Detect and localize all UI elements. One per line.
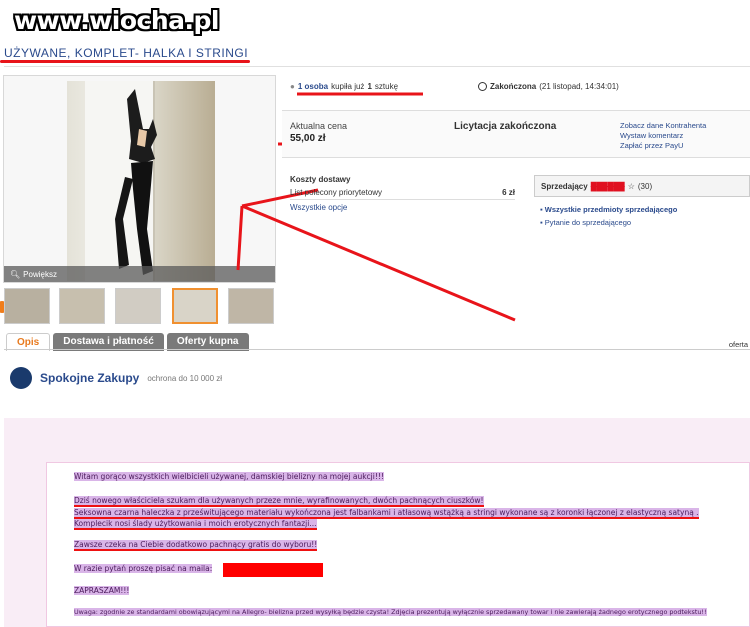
end-date: (21 listopad, 14:34:01) <box>539 82 619 91</box>
price-value: 55,00 zł <box>290 133 326 144</box>
shipping-costs: Koszty dostawy List polecony priorytetow… <box>290 175 515 212</box>
umbrella-icon <box>10 367 32 389</box>
safe-buy[interactable]: Spokojne Zakupy ochrona do 10 000 zł <box>10 367 222 389</box>
shipping-cost: 6 zł <box>502 188 515 197</box>
thumbnail[interactable] <box>59 288 105 324</box>
seller-label: Sprzedający <box>541 181 588 191</box>
safe-buy-title: Spokojne Zakupy <box>40 371 140 385</box>
email-redaction <box>223 563 323 577</box>
thumbnail[interactable] <box>4 288 50 324</box>
seller-rating[interactable]: (30) <box>638 182 652 191</box>
seller-name-redacted[interactable]: ██████ <box>591 182 625 191</box>
leave-comment-link[interactable]: Wystaw komentarz <box>620 131 706 141</box>
quantity: 1 <box>367 82 372 91</box>
buyers-info: ● 1 osoba kupiła już 1 sztukę <box>290 82 398 91</box>
auction-status: Licytacja zakończona <box>454 121 557 132</box>
description-line: Dziś nowego właściciela szukam dla używa… <box>74 496 484 507</box>
shipping-row: List polecony priorytetowy 6 zł <box>290 188 515 200</box>
unit: sztukę <box>374 82 399 91</box>
thumbnail[interactable] <box>228 288 274 324</box>
description-line: Komplecik nosi ślady użytkowania i moich… <box>74 519 317 530</box>
contractor-links: Zobacz dane Kontrahenta Wystaw komentarz… <box>620 121 706 151</box>
seller-links: ▪ Wszystkie przedmioty sprzedającego ▪ P… <box>540 205 678 227</box>
bought-text: kupiła już <box>331 82 365 91</box>
seller-items-link[interactable]: Wszystkie przedmioty sprzedającego <box>545 205 678 214</box>
thumbnail[interactable] <box>115 288 161 324</box>
safe-buy-subtitle: ochrona do 10 000 zł <box>147 373 223 383</box>
auction-end: Zakończona (21 listopad, 14:34:01) <box>478 82 619 91</box>
description-line: Zawsze czeka na Ciebie dodatkowo pachnąc… <box>74 540 318 551</box>
clock-icon <box>478 82 487 91</box>
pay-link[interactable]: Zapłać przez PayU <box>620 141 706 151</box>
buyers-link[interactable]: 1 osoba <box>298 82 328 91</box>
thumbnail-strip <box>0 288 280 326</box>
people-icon: ● <box>290 82 295 91</box>
all-options-link[interactable]: Wszystkie opcje <box>290 203 515 212</box>
shipping-option: List polecony priorytetowy <box>290 188 383 197</box>
end-label: Zakończona <box>490 82 537 91</box>
thumbnail-selected[interactable] <box>172 288 218 324</box>
description-line: ZAPRASZAM!!! <box>74 586 130 595</box>
price-panel: Aktualna cena 55,00 zł Licytacja zakończ… <box>282 110 750 158</box>
seller-box: Sprzedający ██████ ☆ (30) <box>534 175 750 197</box>
description-line: Seksowna czarna haleczka z prześwitujące… <box>74 508 699 519</box>
price-label: Aktualna cena <box>290 121 348 131</box>
divider <box>4 349 750 350</box>
star-icon: ☆ <box>627 181 635 191</box>
offer-label: oferta <box>728 340 748 349</box>
description-line: W razie pytań proszę pisać na maila: <box>74 564 213 573</box>
description-line: Witam gorąco wszystkich wielbicieli używ… <box>74 472 384 481</box>
shipping-heading: Koszty dostawy <box>290 175 351 184</box>
ask-seller-link[interactable]: Pytanie do sprzedającego <box>545 218 631 227</box>
contractor-data-link[interactable]: Zobacz dane Kontrahenta <box>620 121 706 131</box>
description-line: Uwaga: zgodnie ze standardami obowiązują… <box>74 608 707 616</box>
